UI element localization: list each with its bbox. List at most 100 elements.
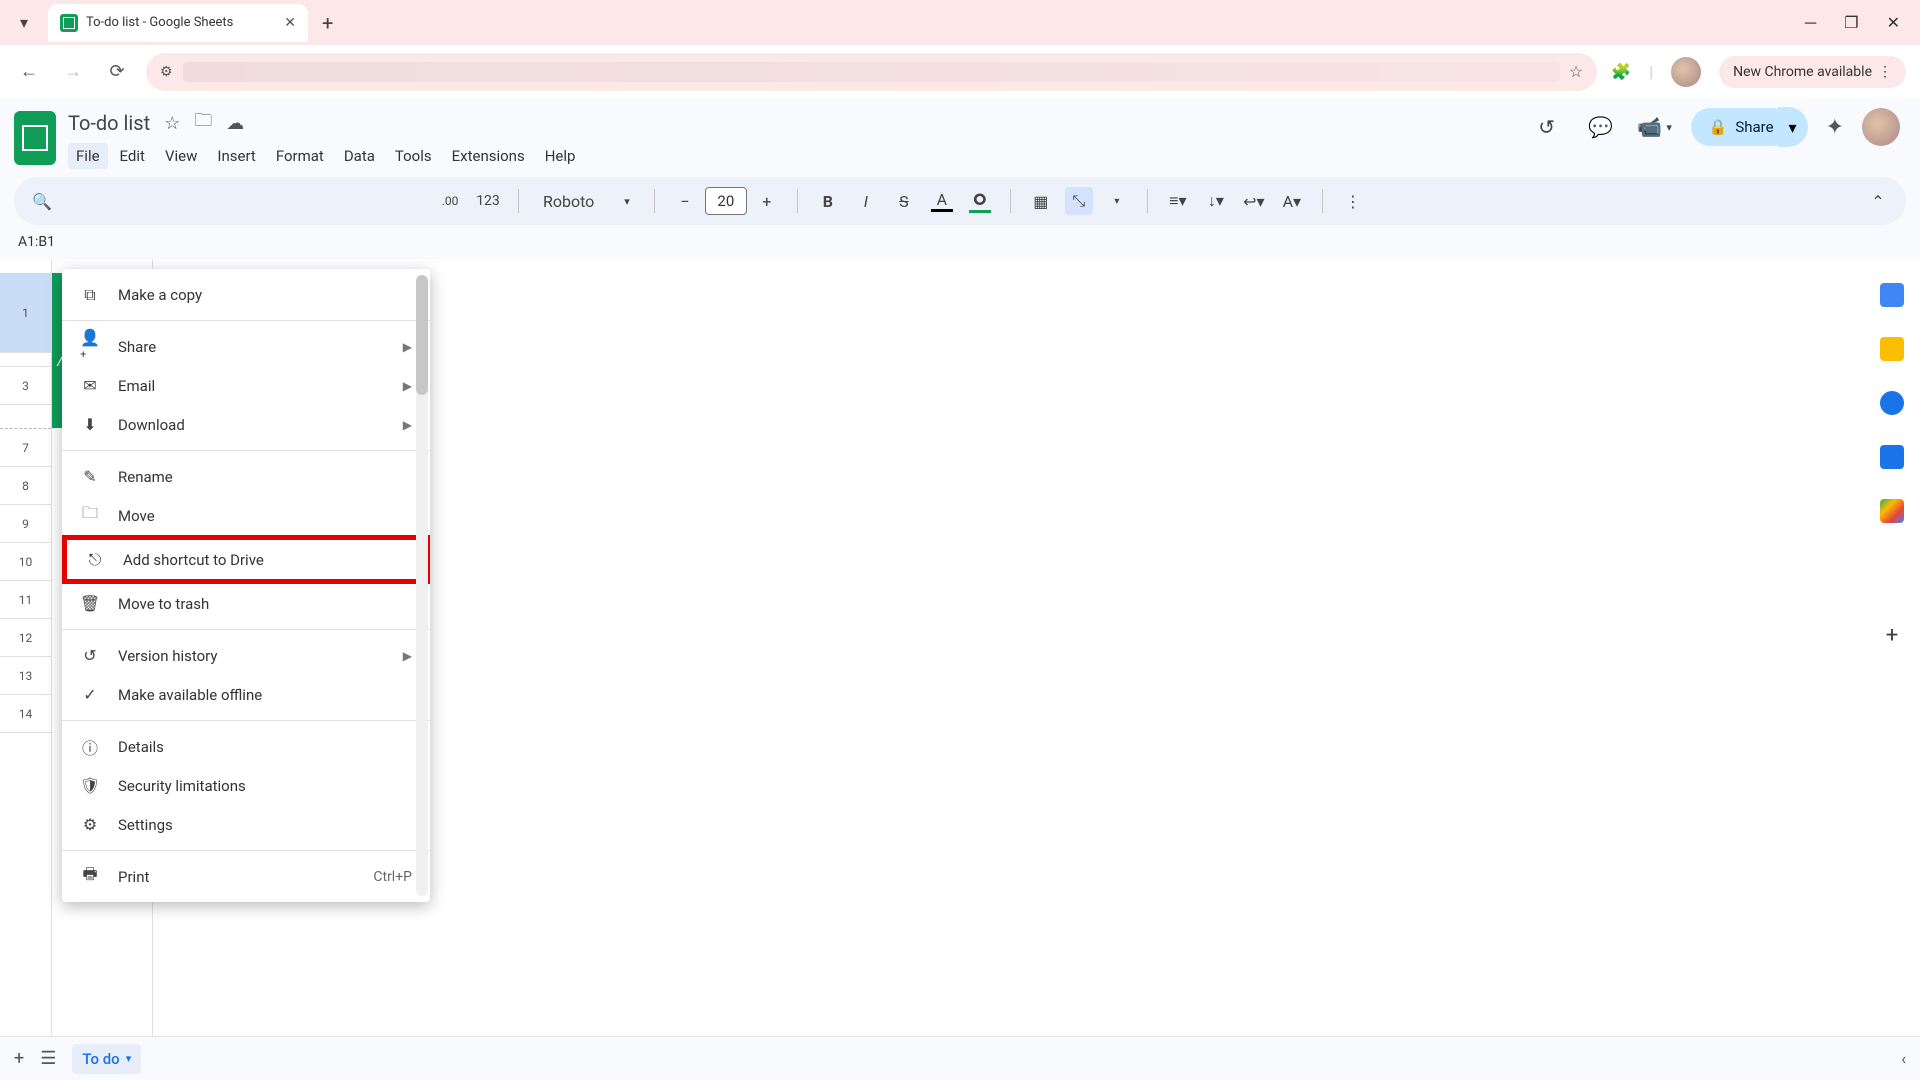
merge-dropdown-icon[interactable]: ▾ [1103,187,1131,215]
menu-help[interactable]: Help [537,143,584,169]
close-window-icon[interactable]: ✕ [1887,13,1900,33]
browser-tab[interactable]: To-do list - Google Sheets ✕ [48,4,308,42]
collapse-toolbar-icon[interactable]: ⌃ [1864,187,1892,215]
sheet-tab-todo[interactable]: To do ▾ [72,1044,141,1074]
menu-data[interactable]: Data [336,143,383,169]
name-box[interactable]: A1:B1 [14,234,104,250]
reload-button[interactable]: ⟳ [102,57,132,87]
text-wrap-icon[interactable]: ↩▾ [1240,187,1268,215]
menu-insert[interactable]: Insert [209,143,263,169]
cloud-status-icon[interactable]: ☁ [226,113,244,134]
menu-format[interactable]: Format [268,143,332,169]
gemini-icon[interactable]: ✦ [1826,115,1844,140]
row-header-14[interactable]: 14 [0,695,51,733]
row-header-1[interactable]: 1 [0,273,51,353]
row-header-8[interactable]: 8 [0,467,51,505]
new-tab-button[interactable]: + [322,11,333,35]
menu-email[interactable]: ✉ Email ▶ [62,366,430,405]
menu-move-to-trash[interactable]: 🗑 Move to trash [62,584,430,623]
extensions-icon[interactable]: 🧩 [1611,62,1631,81]
minimize-icon[interactable]: ─ [1805,13,1816,33]
chrome-update-button[interactable]: New Chrome available ⋮ [1719,56,1906,88]
address-bar[interactable]: ⚙ ☆ [146,53,1597,91]
add-sheet-button[interactable]: + [14,1048,24,1069]
google-sheets-logo[interactable] [14,111,56,165]
menu-extensions[interactable]: Extensions [444,143,533,169]
menu-rename[interactable]: ✎ Rename [62,457,430,496]
row-header-9[interactable]: 9 [0,505,51,543]
row-header-13[interactable]: 13 [0,657,51,695]
menu-move[interactable]: 🗀 Move [62,496,430,535]
bold-icon[interactable]: B [814,187,842,215]
account-avatar[interactable] [1862,108,1900,146]
row-header-10[interactable]: 10 [0,543,51,581]
menu-print[interactable]: 🖶 Print Ctrl+P [62,857,430,896]
horizontal-align-icon[interactable]: ≡▾ [1164,187,1192,215]
more-toolbar-icon[interactable]: ⋮ [1339,187,1367,215]
close-tab-icon[interactable]: ✕ [284,15,296,31]
menu-share[interactable]: 👤⁺ Share ▶ [62,327,430,366]
profile-avatar[interactable] [1671,57,1701,87]
meet-button[interactable]: 📹 ▾ [1637,109,1673,145]
menu-view[interactable]: View [157,143,205,169]
row-header-12[interactable]: 12 [0,619,51,657]
calendar-addon-icon[interactable] [1880,283,1904,307]
star-icon[interactable]: ☆ [164,113,180,134]
format-as-number[interactable]: 123 [474,187,502,215]
menu-security-limitations[interactable]: 🛡 Security limitations [62,766,430,805]
dropdown-scrollbar[interactable] [416,275,428,896]
text-rotation-icon[interactable]: A▾ [1278,187,1306,215]
increase-font-icon[interactable]: + [753,187,781,215]
history-icon[interactable]: ↺ [1529,109,1565,145]
menu-details[interactable]: ⓘ Details [62,727,430,766]
bookmark-star-icon[interactable]: ☆ [1569,62,1583,81]
search-menus-icon[interactable]: 🔍 [28,187,56,215]
document-title[interactable]: To-do list [68,111,150,135]
font-size-input[interactable] [705,187,747,215]
corner-cell[interactable] [0,259,51,273]
label: Download [118,416,185,434]
row-header-11[interactable]: 11 [0,581,51,619]
side-panel-toggle-icon[interactable]: ‹ [1901,1049,1906,1068]
menu-download[interactable]: ⬇ Download ▶ [62,405,430,444]
strikethrough-icon[interactable]: S [890,187,918,215]
forward-button[interactable]: → [58,57,88,87]
text-color-icon[interactable]: A [928,187,956,215]
decrease-decimal-icon[interactable]: .00 [436,187,464,215]
maps-addon-icon[interactable] [1880,499,1904,523]
scrollbar-thumb[interactable] [416,275,428,395]
row-collapse-indicator[interactable] [0,405,51,429]
menu-tools[interactable]: Tools [387,143,440,169]
menu-file[interactable]: File [68,143,108,169]
merge-cells-icon[interactable]: ⤡ [1065,187,1093,215]
tab-search-dropdown[interactable]: ▾ [10,9,38,37]
comments-icon[interactable]: 💬 [1583,109,1619,145]
borders-icon[interactable]: ▦ [1027,187,1055,215]
row-header-3[interactable]: 3 [0,367,51,405]
all-sheets-button[interactable]: ☰ [40,1048,56,1069]
menu-version-history[interactable]: ↺ Version history ▶ [62,636,430,675]
menu-edit[interactable]: Edit [112,143,153,169]
menu-make-available-offline[interactable]: ✓ Make available offline [62,675,430,714]
row-header-7[interactable]: 7 [0,429,51,467]
fill-color-icon[interactable]: 🞈 [966,187,994,215]
move-folder-icon[interactable]: 🗀 [194,108,212,138]
back-button[interactable]: ← [14,57,44,87]
share-button[interactable]: 🔒 Share [1691,108,1792,146]
menu-make-a-copy[interactable]: ⧉ Make a copy [62,275,430,314]
share-dropdown[interactable]: ▾ [1778,107,1808,147]
decrease-font-icon[interactable]: − [671,187,699,215]
site-settings-icon[interactable]: ⚙ [160,64,173,80]
keep-addon-icon[interactable] [1880,337,1904,361]
italic-icon[interactable]: I [852,187,880,215]
sheet-tab-dropdown-icon[interactable]: ▾ [126,1052,132,1065]
menu-add-shortcut-to-drive[interactable]: ⎋ Add shortcut to Drive [67,540,425,579]
contacts-addon-icon[interactable] [1880,445,1904,469]
maximize-icon[interactable]: ❐ [1844,13,1858,33]
font-family-selector[interactable]: Roboto ▾ [535,188,638,215]
row-header-2-collapsed[interactable] [0,353,51,367]
add-addon-icon[interactable]: + [1886,623,1898,648]
vertical-align-icon[interactable]: ↓▾ [1202,187,1230,215]
tasks-addon-icon[interactable] [1880,391,1904,415]
menu-settings[interactable]: ⚙ Settings [62,805,430,844]
